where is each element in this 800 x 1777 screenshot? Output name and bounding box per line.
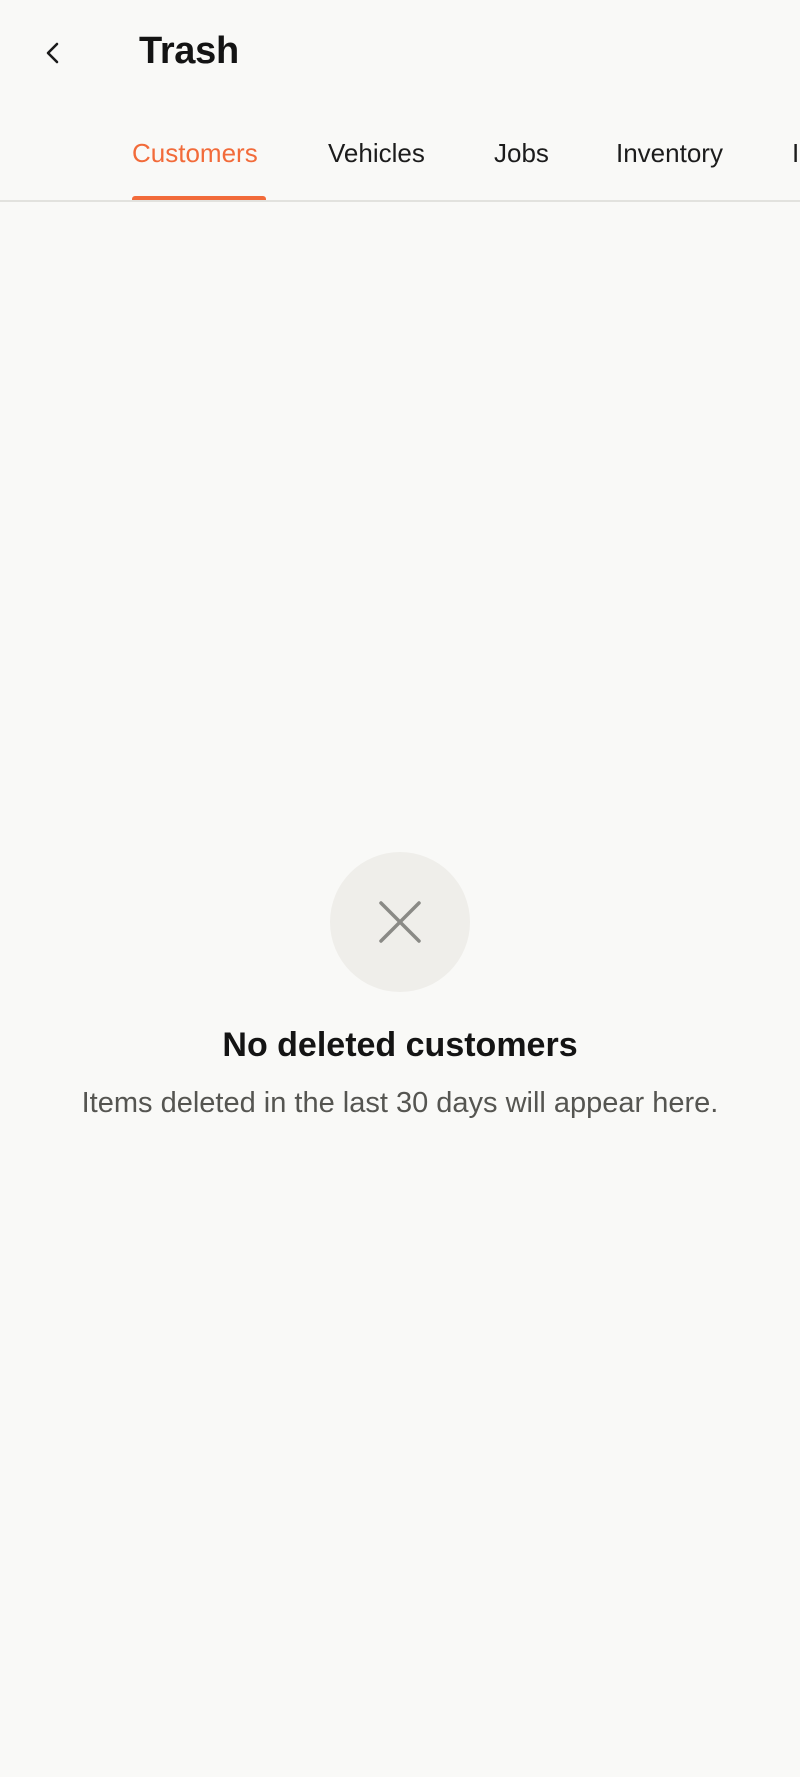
trash-screen: Trash Customers Vehicles Jobs Inventory …	[0, 0, 800, 1777]
tab-partially-visible[interactable]: I	[792, 138, 799, 169]
back-button[interactable]	[24, 24, 82, 82]
empty-state-icon-circle	[330, 852, 470, 992]
tab-inventory[interactable]: Inventory	[616, 138, 723, 169]
tab-vehicles[interactable]: Vehicles	[328, 138, 425, 169]
active-tab-indicator	[132, 196, 266, 200]
tab-bar: Customers Vehicles Jobs Inventory I	[0, 112, 800, 202]
top-app-bar: Trash	[0, 0, 800, 112]
tab-customers[interactable]: Customers	[132, 138, 258, 169]
empty-state: No deleted customers Items deleted in th…	[0, 852, 800, 1120]
empty-state-title: No deleted customers	[222, 1026, 578, 1064]
close-icon	[379, 901, 421, 943]
page-title: Trash	[139, 30, 239, 72]
empty-state-subtitle: Items deleted in the last 30 days will a…	[81, 1087, 719, 1119]
chevron-left-icon	[46, 42, 59, 64]
tab-jobs[interactable]: Jobs	[494, 138, 549, 169]
